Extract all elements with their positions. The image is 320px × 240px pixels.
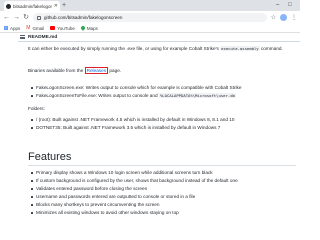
readme-header: README.md [18, 33, 300, 42]
list-item-text: / (root): Built against .NET Framework 4… [36, 117, 235, 122]
gmail-icon: M [26, 25, 31, 31]
tab-strip: bitsadmin/fakelogonscreen: Fak ✕ + – □ [0, 0, 300, 11]
list-item: Username and passwords entered are outpu… [31, 194, 296, 200]
bookmark-youtube[interactable]: YouTube [50, 26, 75, 31]
binaries-suffix: page. [109, 68, 122, 73]
star-icon[interactable]: ☆ [271, 14, 276, 21]
new-tab-button[interactable]: + [62, 1, 66, 10]
tab-title: bitsadmin/fakelogonscreen: Fak [13, 3, 52, 9]
list-item-text: Minimizes all existing windows to avoid … [36, 210, 179, 215]
maximize-icon[interactable]: □ [288, 1, 292, 10]
lock-icon [37, 15, 41, 20]
browser-toolbar: ← → ↻ github.com/bitsadmin/fakelogonscre… [0, 11, 300, 24]
list-icon[interactable] [20, 35, 25, 39]
back-icon[interactable]: ← [3, 14, 10, 21]
minimize-icon[interactable]: – [276, 1, 279, 10]
reload-icon[interactable]: ↻ [23, 14, 29, 21]
list-item-text: If custom background is configured by th… [36, 178, 238, 183]
bookmarks-bar: Apps M Gmail YouTube Maps [0, 24, 300, 33]
apps-grid-icon [4, 26, 8, 30]
bookmark-label: Maps [86, 25, 98, 31]
list-item-text: Validates entered password before closin… [36, 186, 148, 191]
intro-suffix: command. [260, 46, 283, 51]
bookmark-gmail[interactable]: M Gmail [26, 25, 44, 31]
features-heading: Features [28, 151, 72, 163]
list-item-text: DOTNET35: Built against .NET Framework 3… [36, 125, 221, 130]
profile-avatar[interactable] [280, 14, 287, 21]
folders-label: Folders: [28, 106, 45, 111]
list-item-text: Primary display shows a Windows 10 login… [36, 170, 213, 175]
list-item: Primary display shows a Windows 10 login… [31, 170, 296, 176]
list-item-text: Blocks many shortkeys to prevent circumv… [36, 202, 160, 207]
list-item: FakeLogonScreenToFile.exe: Writes output… [31, 93, 296, 99]
list-item-code: %LOCALAPPDATA%\Microsoft\user.db [158, 93, 236, 98]
address-bar[interactable]: github.com/bitsadmin/fakelogonscreen [33, 13, 267, 22]
forward-icon[interactable]: → [13, 14, 20, 21]
heading-divider [28, 165, 296, 166]
list-item-text: Username and passwords entered are outpu… [36, 194, 196, 199]
url-text: github.com/bitsadmin/fakelogonscreen [44, 15, 123, 20]
list-item: FakeLogonScreen.exe: Writes output to co… [31, 85, 296, 91]
menu-icon[interactable]: ⋮ [291, 14, 297, 21]
bookmark-label: YouTube [57, 25, 75, 31]
intro-code: execute-assembly [220, 46, 260, 51]
readme-title: README.md [28, 34, 58, 40]
releases-link[interactable]: Releases [84, 67, 109, 74]
list-item: Blocks many shortkeys to prevent circumv… [31, 202, 296, 208]
list-item: / (root): Built against .NET Framework 4… [31, 117, 296, 123]
youtube-icon [50, 26, 56, 30]
browser-tab[interactable]: bitsadmin/fakelogonscreen: Fak ✕ [4, 1, 60, 11]
intro-text: It can either be executed by simply runn… [28, 46, 219, 51]
close-tab-icon[interactable]: ✕ [54, 3, 58, 9]
page-content: README.md It can either be executed by s… [0, 33, 300, 218]
list-item: Minimizes all existing windows to avoid … [31, 210, 296, 216]
maps-icon [80, 25, 86, 31]
binaries-paragraph: Binaries available from the Releases pag… [28, 67, 296, 75]
bookmark-label: Gmail [32, 25, 45, 31]
intro-paragraph: It can either be executed by simply runn… [28, 46, 296, 53]
list-item: If custom background is configured by th… [31, 178, 296, 184]
binaries-text: Binaries available from the [28, 68, 84, 73]
bookmark-apps[interactable]: Apps [4, 26, 20, 31]
list-item-text: FakeLogonScreen.exe: Writes output to co… [36, 85, 242, 90]
list-item-text: FakeLogonScreenToFile.exe: Writes output… [36, 93, 158, 98]
github-icon [6, 3, 11, 9]
list-item: DOTNET35: Built against .NET Framework 3… [31, 125, 296, 131]
bookmark-label: Apps [10, 25, 21, 31]
list-item: Validates entered password before closin… [31, 186, 296, 192]
bookmark-maps[interactable]: Maps [80, 25, 98, 31]
